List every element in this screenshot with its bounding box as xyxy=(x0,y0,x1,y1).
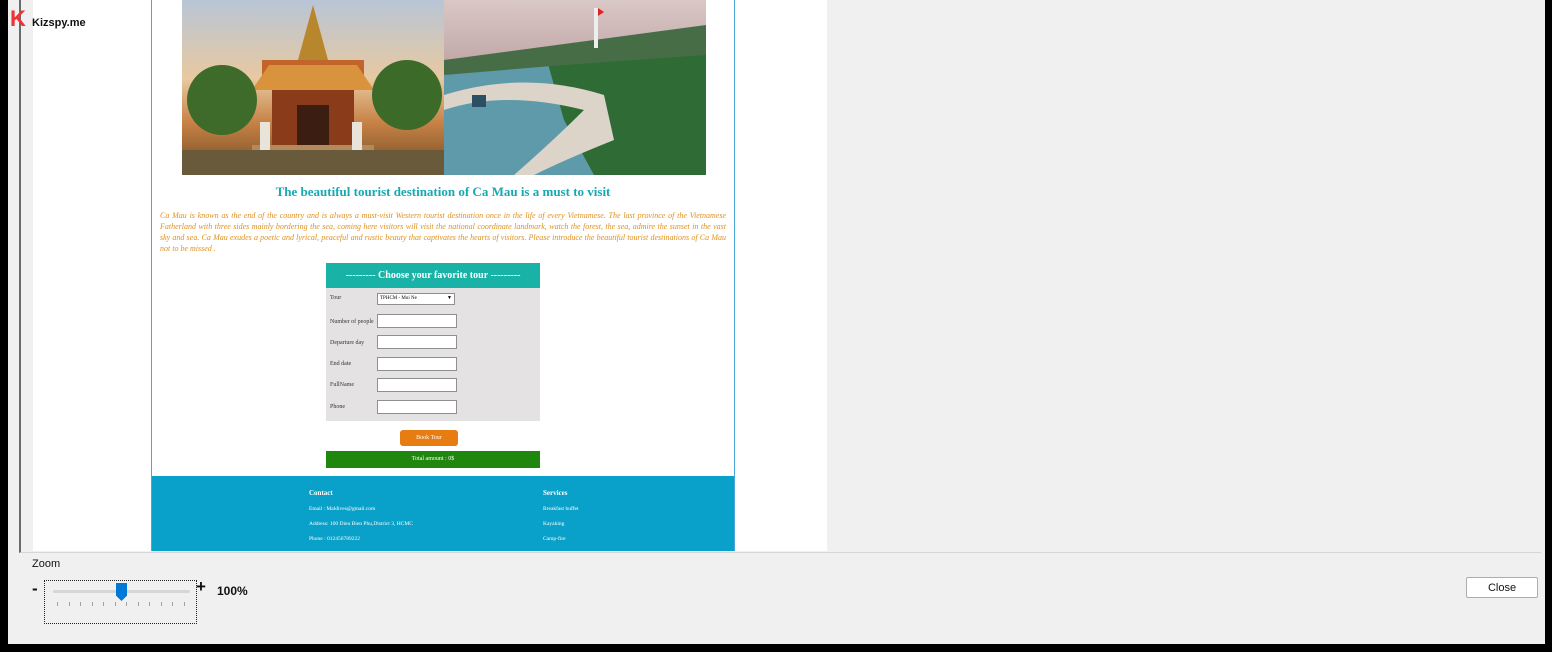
tour-label: Tour xyxy=(330,295,342,301)
departure-label: Departure day xyxy=(330,340,365,346)
phone-input[interactable] xyxy=(377,400,457,414)
departure-input[interactable] xyxy=(377,335,457,349)
service-item: Kayaking xyxy=(543,521,565,527)
logo-text: Kizspy.me xyxy=(32,17,86,29)
preview-viewport[interactable]: The beautiful tourist destination of Ca … xyxy=(33,0,1524,551)
service-item: Camp-fire xyxy=(543,536,566,542)
slider-thumb[interactable] xyxy=(116,583,127,601)
zoom-slider[interactable] xyxy=(44,580,197,624)
zoom-in-button[interactable]: + xyxy=(196,577,206,597)
intro-paragraph: Ca Mau is known as the end of the countr… xyxy=(160,211,726,253)
service-item: Breakfast buffet xyxy=(543,506,579,512)
document-content: The beautiful tourist destination of Ca … xyxy=(151,0,735,551)
slider-tick xyxy=(57,602,58,606)
temple-image xyxy=(182,0,444,175)
form-title: --------- Choose your favorite tour ----… xyxy=(326,263,540,288)
slider-tick xyxy=(149,602,150,606)
preview-page: The beautiful tourist destination of Ca … xyxy=(33,0,827,551)
slider-tick xyxy=(103,602,104,606)
contact-title: Contact xyxy=(309,489,333,497)
services-title: Services xyxy=(543,489,568,497)
slider-tick xyxy=(183,602,185,606)
slider-tick xyxy=(172,602,173,606)
kizspy-logo: K Kizspy.me xyxy=(10,8,90,34)
slider-tick xyxy=(68,602,70,606)
logo-letter: K xyxy=(10,6,26,31)
book-tour-button[interactable]: Book Tour xyxy=(400,430,458,446)
total-amount: Total amount : 0$ xyxy=(326,451,540,468)
zoom-out-button[interactable]: - xyxy=(32,579,38,599)
slider-tick xyxy=(114,602,116,606)
zoom-label: Zoom xyxy=(32,558,61,570)
contact-phone: Phone : 012456789222 xyxy=(309,536,361,542)
fullname-label: FullName xyxy=(330,382,354,388)
slider-tick xyxy=(160,602,162,606)
tour-form: --------- Choose your favorite tour ----… xyxy=(326,263,540,421)
page-headline: The beautiful tourist destination of Ca … xyxy=(275,184,611,199)
page-footer: Contact Email : Maldives@gmail.com Addre… xyxy=(152,476,734,551)
people-input[interactable] xyxy=(377,314,457,328)
people-label: Number of people xyxy=(330,319,374,325)
zoom-value: 100% xyxy=(217,584,248,598)
slider-tick xyxy=(126,602,127,606)
phone-label: Phone xyxy=(330,404,345,410)
slider-tick xyxy=(80,602,81,606)
fullname-input[interactable] xyxy=(377,378,457,392)
tour-select[interactable]: TPHCM - Mui Ne ▼ xyxy=(377,293,455,305)
end-date-label: End date xyxy=(330,361,352,367)
slider-tick xyxy=(137,602,139,606)
slider-tick xyxy=(91,602,93,606)
chevron-down-icon: ▼ xyxy=(447,296,452,301)
close-button[interactable]: Close xyxy=(1466,577,1538,598)
end-date-input[interactable] xyxy=(377,357,457,371)
contact-address: Address: 100 Dien Bien Phu,District 3, H… xyxy=(309,521,413,527)
tour-select-value: TPHCM - Mui Ne xyxy=(380,296,417,301)
cape-landmark-image xyxy=(444,0,706,175)
print-preview-window: The beautiful tourist destination of Ca … xyxy=(8,0,1545,644)
contact-email: Email : Maldives@gmail.com xyxy=(309,506,376,512)
